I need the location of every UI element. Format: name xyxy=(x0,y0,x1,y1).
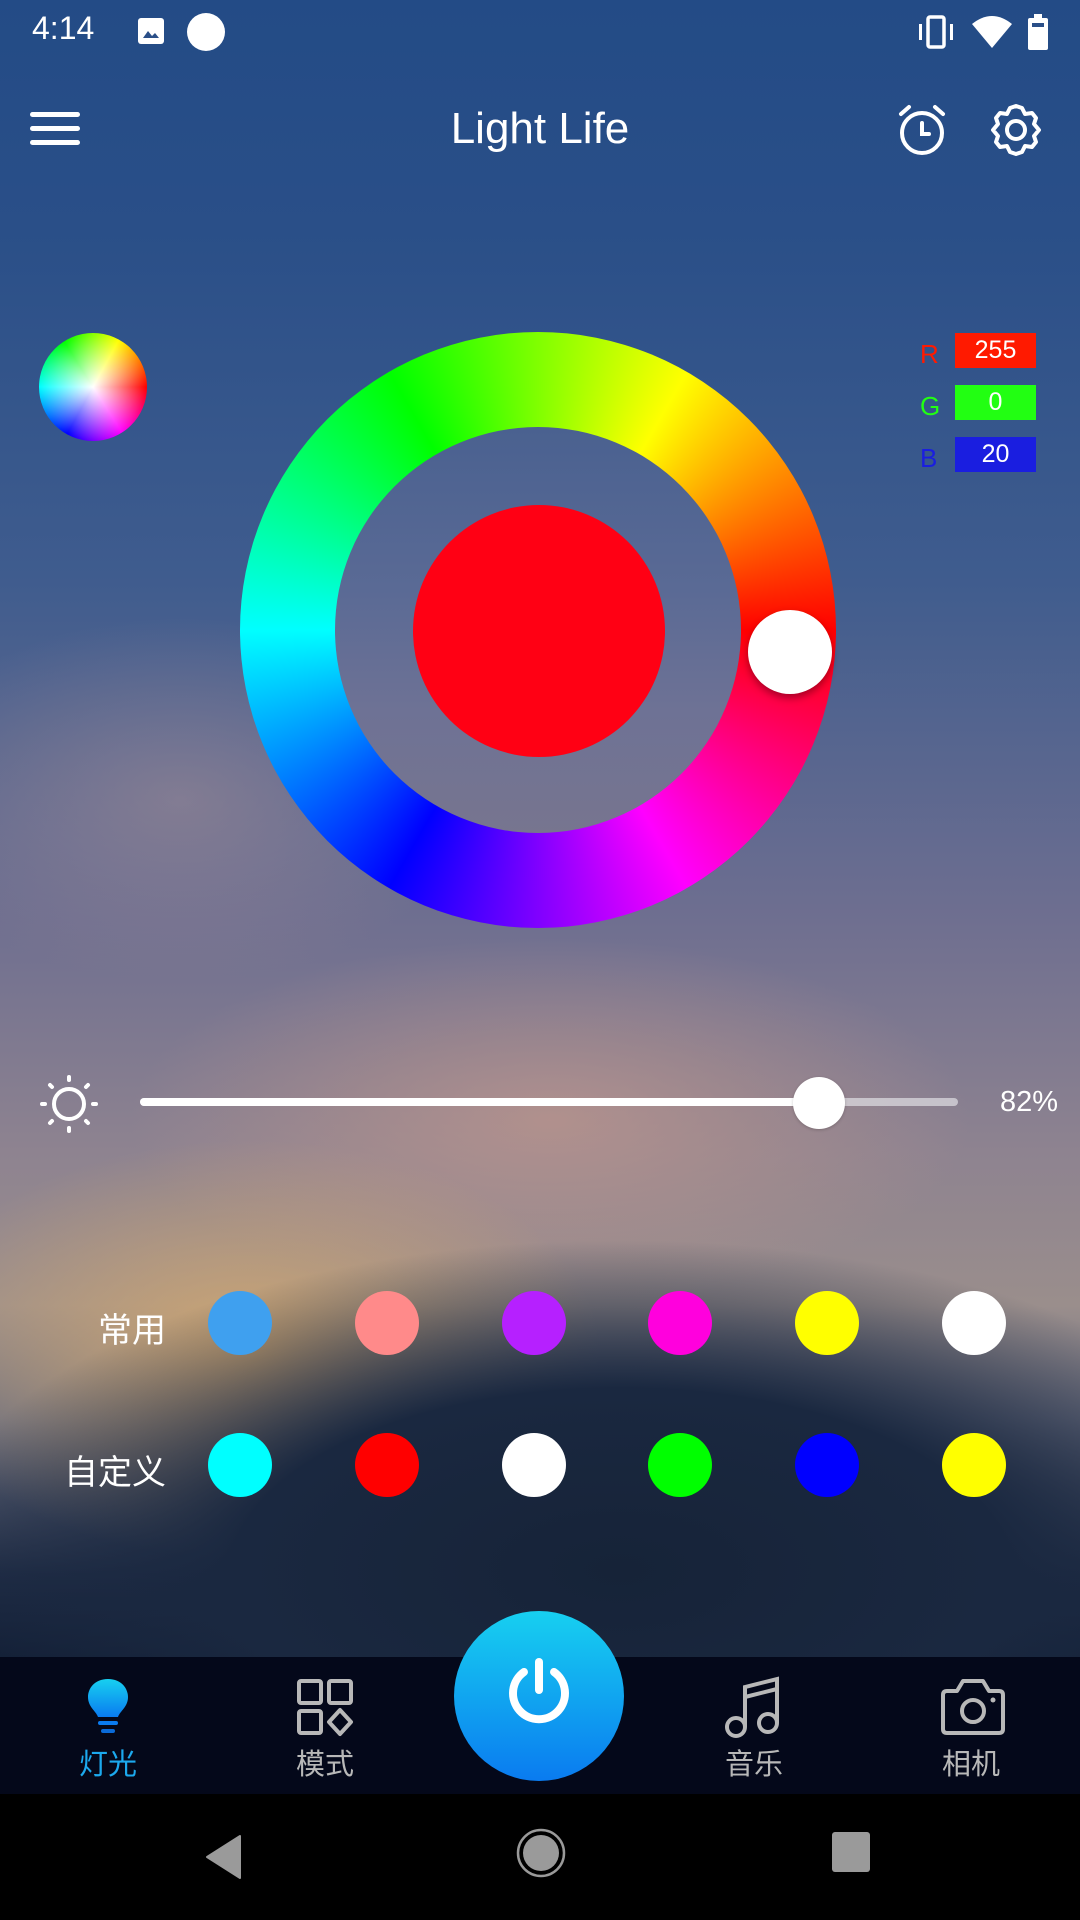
custom-color-swatch-3[interactable] xyxy=(502,1433,566,1497)
red-value[interactable]: 255 xyxy=(955,333,1036,368)
common-colors-label: 常用 xyxy=(98,1311,166,1351)
brightness-slider-fill xyxy=(140,1098,811,1106)
tab-modes-label: 模式 xyxy=(295,1747,354,1781)
back-icon[interactable] xyxy=(204,1834,244,1880)
battery-icon xyxy=(1028,14,1048,50)
green-label: G xyxy=(920,391,941,421)
brightness-slider-thumb[interactable] xyxy=(793,1077,845,1129)
custom-colors-row: 自定义 xyxy=(0,1433,1080,1503)
common-color-swatch-3[interactable] xyxy=(502,1291,566,1355)
brightness-value: 82% xyxy=(1000,1086,1059,1118)
vibrate-icon xyxy=(919,15,953,49)
color-wheel-mode-button[interactable] xyxy=(39,333,147,441)
image-icon xyxy=(138,18,164,44)
tab-light[interactable]: 灯光 xyxy=(38,1657,178,1794)
selected-color-preview xyxy=(413,505,665,757)
recents-icon[interactable] xyxy=(831,1831,871,1873)
custom-colors-label: 自定义 xyxy=(64,1453,166,1493)
custom-color-swatch-4[interactable] xyxy=(648,1433,712,1497)
home-icon[interactable] xyxy=(516,1828,566,1878)
wifi-icon xyxy=(972,16,1012,48)
custom-color-swatch-6[interactable] xyxy=(942,1433,1006,1497)
app-header: Light Life xyxy=(0,64,1080,194)
brightness-icon xyxy=(40,1075,98,1133)
tab-music-label: 音乐 xyxy=(724,1747,783,1781)
common-color-swatch-6[interactable] xyxy=(942,1291,1006,1355)
tab-light-label: 灯光 xyxy=(78,1747,137,1781)
common-colors-row: 常用 xyxy=(0,1291,1080,1361)
music-note-icon xyxy=(725,1676,779,1738)
green-value[interactable]: 0 xyxy=(955,385,1036,420)
modes-grid-icon xyxy=(297,1679,353,1736)
common-color-swatch-1[interactable] xyxy=(208,1291,272,1355)
common-color-swatch-4[interactable] xyxy=(648,1291,712,1355)
status-bar: 4:14 xyxy=(0,0,1080,64)
bulb-icon xyxy=(88,1679,128,1733)
tab-music[interactable]: 音乐 xyxy=(684,1657,824,1794)
power-icon xyxy=(509,1658,569,1724)
alarm-clock-icon[interactable] xyxy=(895,102,949,158)
status-time: 4:14 xyxy=(32,10,95,46)
custom-color-swatch-5[interactable] xyxy=(795,1433,859,1497)
circle-notification-icon xyxy=(187,13,225,51)
custom-color-swatch-2[interactable] xyxy=(355,1433,419,1497)
red-label: R xyxy=(920,339,939,369)
color-wheel-thumb[interactable] xyxy=(748,610,832,694)
tab-camera[interactable]: 相机 xyxy=(901,1657,1041,1794)
power-button[interactable] xyxy=(454,1611,624,1781)
system-nav-bar xyxy=(0,1794,1080,1920)
blue-value[interactable]: 20 xyxy=(955,437,1036,472)
camera-icon xyxy=(941,1679,1005,1735)
gear-icon[interactable] xyxy=(988,102,1044,158)
common-color-swatch-5[interactable] xyxy=(795,1291,859,1355)
blue-label: B xyxy=(920,443,938,473)
tab-modes[interactable]: 模式 xyxy=(255,1657,395,1794)
common-color-swatch-2[interactable] xyxy=(355,1291,419,1355)
custom-color-swatch-1[interactable] xyxy=(208,1433,272,1497)
tab-camera-label: 相机 xyxy=(941,1747,1000,1781)
